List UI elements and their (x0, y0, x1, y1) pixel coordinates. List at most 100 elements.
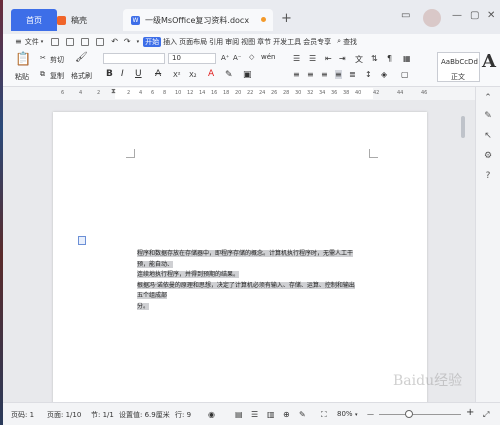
file-dropdown-icon[interactable]: ▾ (41, 39, 44, 45)
sort-icon[interactable]: ⇅ (371, 54, 378, 63)
increase-indent-icon[interactable]: ⇥ (339, 54, 346, 63)
menu-section[interactable]: 章节 (257, 37, 271, 47)
menu-membership[interactable]: 会员专享 (303, 37, 331, 47)
bold-button[interactable]: B (106, 69, 113, 79)
vertical-scrollbar[interactable] (460, 100, 466, 402)
zoom-slider-knob[interactable] (405, 410, 413, 418)
menu-developer[interactable]: 开发工具 (273, 37, 301, 47)
outline-view-icon[interactable]: ☰ (251, 410, 258, 419)
decrease-indent-icon[interactable]: ⇤ (325, 54, 332, 63)
indent-marker-icon[interactable]: ⧗ (111, 87, 116, 96)
menu-insert[interactable]: 插入 (163, 37, 177, 47)
font-color-button[interactable]: A (208, 69, 214, 79)
adjust-icon[interactable]: ⚙ (483, 151, 493, 161)
menu-references[interactable]: 引用 (209, 37, 223, 47)
status-page-no[interactable]: 页码: 1 (11, 410, 34, 420)
print-preview-icon[interactable] (96, 37, 105, 46)
border-icon[interactable]: ▢ (401, 70, 409, 79)
line-spacing-icon[interactable]: ↕ (365, 70, 372, 79)
superscript-button[interactable]: X² (173, 71, 181, 79)
horizontal-ruler[interactable]: 6 4 2 ⧗ 2 4 6 8 10 12 14 16 18 20 22 24 … (55, 87, 447, 99)
italic-button[interactable]: I (121, 69, 124, 79)
bullets-icon[interactable]: ☰ (293, 54, 300, 63)
document-page[interactable]: 程序和数据存放在存储器中，即程序存储的概念。计算机执行程序时，无需人工干预，能自… (53, 112, 427, 412)
undo-icon[interactable]: ↶ (111, 37, 118, 46)
zoom-dropdown-icon[interactable]: ▾ (355, 412, 358, 418)
align-right-icon[interactable]: ≡ (321, 70, 328, 79)
zoom-value[interactable]: 80% (337, 410, 353, 418)
chinese-layout-icon[interactable]: 文 (355, 54, 363, 65)
format-painter-button[interactable]: 格式刷 (71, 71, 92, 81)
new-style-icon[interactable]: A (482, 51, 496, 72)
align-left-icon[interactable]: ≡ (293, 70, 300, 79)
select-icon[interactable]: ↖ (483, 131, 493, 141)
phonetic-icon[interactable]: wén (261, 53, 275, 61)
table-icon[interactable]: ▦ (403, 54, 411, 63)
cut-icon[interactable]: ✂ (40, 54, 46, 62)
copy-icon[interactable]: ⧉ (40, 70, 45, 79)
avatar[interactable] (423, 9, 441, 27)
copy-button[interactable]: 复制 (50, 71, 64, 81)
paste-icon[interactable]: 📋 (15, 52, 31, 67)
tab-document[interactable]: W 一级MsOffice复习资料.docx (123, 9, 273, 31)
zoom-in-button[interactable]: + (466, 407, 474, 418)
close-icon[interactable]: ✕ (487, 10, 495, 21)
style-normal[interactable]: AaBbCcDd 正文 (437, 52, 480, 82)
edit-icon[interactable]: ✎ (483, 111, 493, 121)
unsaved-dot-icon[interactable] (261, 17, 266, 22)
quick-dropdown-icon[interactable]: ▾ (137, 39, 140, 45)
scrollbar-thumb[interactable] (461, 116, 465, 138)
underline-button[interactable]: U (135, 69, 142, 79)
fit-width-icon[interactable]: ⛶ (321, 410, 327, 420)
web-view-icon[interactable]: ⊕ (283, 410, 290, 419)
menu-home[interactable]: 开始 (143, 36, 162, 47)
new-tab-plus-icon[interactable]: + (281, 11, 292, 26)
page-view-icon[interactable]: ▤ (235, 410, 243, 419)
subscript-button[interactable]: X₂ (189, 71, 197, 79)
shading-icon[interactable]: ◈ (381, 70, 387, 79)
paste-button[interactable]: 粘贴 (15, 72, 29, 82)
font-name-input[interactable] (103, 53, 165, 64)
distributed-icon[interactable]: ≣ (349, 70, 356, 79)
grow-font-icon[interactable]: A⁺ (221, 54, 229, 62)
cut-button[interactable]: 剪切 (50, 55, 64, 65)
status-section[interactable]: 节: 1/1 (91, 410, 114, 420)
align-center-icon[interactable]: ≡ (307, 70, 314, 79)
char-border-icon[interactable]: ▣ (243, 70, 252, 80)
write-view-icon[interactable]: ✎ (299, 410, 306, 419)
zoom-slider[interactable] (379, 414, 461, 415)
numbering-icon[interactable]: ☰ (309, 54, 316, 63)
format-painter-icon[interactable]: 🖌 (75, 52, 88, 63)
print-icon[interactable] (81, 37, 90, 46)
fullscreen-icon[interactable]: ⤢ (483, 410, 489, 420)
help-icon[interactable]: ? (483, 171, 493, 181)
tab-home[interactable]: 首页 (11, 9, 57, 31)
zoom-out-button[interactable]: — (367, 410, 374, 418)
status-row[interactable]: 行: 9 (175, 410, 191, 420)
collapse-icon[interactable]: ⌃ (483, 93, 493, 103)
hamburger-icon[interactable]: ≡ (15, 37, 22, 46)
tab-draft[interactable]: 稿壳 (51, 9, 123, 31)
menu-page-layout[interactable]: 页面布局 (179, 37, 207, 47)
menu-review[interactable]: 审阅 (225, 37, 239, 47)
redo-icon[interactable]: ↷ (124, 37, 131, 46)
justify-icon[interactable]: ≡ (335, 70, 342, 79)
minimize-icon[interactable]: — (452, 10, 462, 21)
show-marks-icon[interactable]: ¶ (387, 54, 392, 63)
search-button[interactable]: 查找 (343, 37, 357, 47)
export-pdf-icon[interactable] (66, 37, 75, 46)
reading-view-icon[interactable]: ▥ (267, 410, 275, 419)
highlight-icon[interactable]: ✎ (225, 70, 233, 80)
menu-view[interactable]: 视图 (241, 37, 255, 47)
font-size-input[interactable]: 10 (168, 53, 216, 64)
strikethrough-button[interactable]: A (155, 69, 161, 79)
status-setting[interactable]: 设置值: 6.9厘米 (119, 410, 170, 420)
status-pages[interactable]: 页面: 1/10 (47, 410, 81, 420)
clear-format-icon[interactable]: ◇ (249, 53, 254, 61)
body-paragraph[interactable]: 程序和数据存放在存储器中，即程序存储的概念。计算机执行程序时，无需人工干预，能自… (137, 249, 359, 312)
shrink-font-icon[interactable]: A⁻ (233, 54, 241, 62)
window-layout-icon[interactable]: ▭ (401, 10, 410, 21)
eye-protect-icon[interactable]: ◉ (208, 410, 215, 419)
menu-file[interactable]: 文件 (25, 37, 39, 47)
save-icon[interactable] (51, 37, 60, 46)
